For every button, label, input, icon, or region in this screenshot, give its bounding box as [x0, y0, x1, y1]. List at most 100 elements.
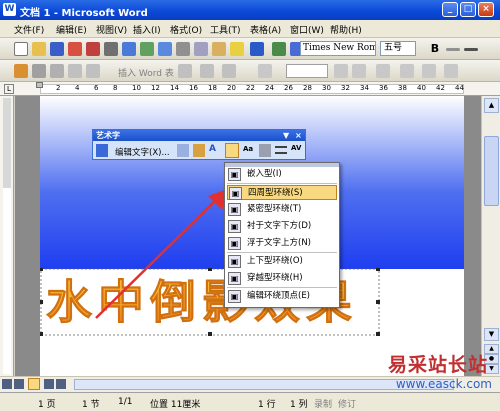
resize-handle[interactable]	[376, 268, 380, 271]
toolbar-close-icon[interactable]: ×	[295, 130, 302, 141]
maximize-button[interactable]: □	[460, 2, 476, 17]
resize-handle[interactable]	[40, 332, 43, 336]
align-left-icon[interactable]	[446, 48, 460, 51]
wrap-square-item[interactable]: ▣ 四周型环绕(S)	[227, 185, 337, 200]
copy-icon[interactable]	[194, 42, 208, 56]
minimize-button[interactable]: _	[442, 2, 458, 17]
menu-table[interactable]: 表格(A)	[250, 23, 281, 36]
find-entry-icon[interactable]	[376, 64, 390, 78]
first-record-icon[interactable]	[258, 64, 272, 78]
wrap-tight-item[interactable]: ▣ 紧密型环绕(T)	[227, 202, 337, 217]
resize-handle[interactable]	[40, 268, 43, 271]
vertical-scrollbar[interactable]: ▲ ▼ ▲ ● ▼	[481, 96, 500, 376]
resize-handle[interactable]	[208, 332, 212, 336]
format-wordart-icon[interactable]	[193, 144, 205, 157]
wrap-topbottom-label: 上下型环绕(O)	[247, 256, 303, 266]
print-icon[interactable]	[104, 42, 118, 56]
vertical-text-icon[interactable]	[259, 144, 271, 157]
resize-handle[interactable]	[376, 300, 380, 304]
shading-icon[interactable]	[86, 64, 100, 78]
close-button[interactable]: ×	[478, 2, 494, 17]
next-record-icon[interactable]	[334, 64, 348, 78]
merge-fields-icon[interactable]	[50, 64, 64, 78]
permission-icon[interactable]	[68, 42, 82, 56]
justify-icon[interactable]	[464, 48, 478, 51]
undo-icon[interactable]	[250, 42, 264, 56]
menu-edit[interactable]: 编辑(E)	[56, 23, 87, 36]
open-icon[interactable]	[32, 42, 46, 56]
paste-icon[interactable]	[212, 42, 226, 56]
scroll-down-icon[interactable]: ▼	[484, 328, 499, 341]
alignment-icon[interactable]	[275, 146, 287, 154]
character-spacing-icon[interactable]: AV	[291, 144, 301, 152]
email-icon[interactable]	[86, 42, 100, 56]
wrap-edit-points-item[interactable]: ▣ 编辑环绕顶点(E)	[227, 289, 337, 304]
print-preview-icon[interactable]	[122, 42, 136, 56]
wrap-through-item[interactable]: ▣ 穿越型环绕(H)	[227, 271, 337, 286]
wordart-toolbar-title: 艺术字 ▼ ×	[93, 130, 305, 141]
first-line-indent-marker[interactable]	[36, 82, 43, 88]
wrap-inline-item[interactable]: ▣ 嵌入型(I)	[227, 167, 337, 182]
mail-merge-icon[interactable]	[14, 64, 28, 78]
menu-tools[interactable]: 工具(T)	[210, 23, 241, 36]
view-merged-icon[interactable]	[200, 64, 214, 78]
text-wrapping-icon[interactable]	[225, 143, 239, 158]
wrap-infront-item[interactable]: ▣ 浮于文字上方(N)	[227, 236, 337, 251]
bold-button[interactable]: B	[428, 42, 442, 56]
wordart-gallery-icon[interactable]	[177, 144, 189, 157]
last-record-icon[interactable]	[352, 64, 366, 78]
wordart-shape-icon[interactable]: A	[209, 144, 221, 157]
wrap-behind-item[interactable]: ▣ 衬于文字下方(D)	[227, 219, 337, 234]
insert-wordart-icon[interactable]	[96, 144, 108, 157]
insert-word-field-label[interactable]: 插入 Word 表	[118, 66, 174, 79]
tab-selector-icon[interactable]: L	[4, 84, 14, 94]
status-track[interactable]: 修订	[338, 397, 356, 410]
hyperlink-icon[interactable]	[272, 42, 286, 56]
square-wrap-icon: ▣	[229, 187, 242, 200]
merge-to-printer-icon[interactable]	[444, 64, 458, 78]
outline-view-icon[interactable]	[44, 379, 54, 389]
ruler-tick-label: 36	[379, 84, 388, 92]
menu-window[interactable]: 窗口(W)	[290, 23, 324, 36]
scroll-up-icon[interactable]: ▲	[484, 98, 499, 113]
resize-handle[interactable]	[376, 332, 380, 336]
format-painter-icon[interactable]	[230, 42, 244, 56]
font-name-select[interactable]: Times New Roman	[300, 41, 376, 56]
merge-option-icon[interactable]	[178, 64, 192, 78]
top-bottom-wrap-icon: ▣	[228, 255, 241, 268]
ruler-tick-label: 24	[265, 84, 274, 92]
highlight-fields-icon[interactable]	[222, 64, 236, 78]
font-size-select[interactable]: 五号	[380, 41, 416, 56]
window-title: 文档 1 - Microsoft Word	[20, 8, 148, 19]
check-errors-icon[interactable]	[400, 64, 414, 78]
toolbar-options-icon[interactable]: ▼	[283, 130, 289, 141]
spelling-icon[interactable]	[140, 42, 154, 56]
ruler-tick-label: 16	[189, 84, 198, 92]
vertical-ruler[interactable]	[0, 96, 14, 376]
field-codes-icon[interactable]	[68, 64, 82, 78]
scroll-thumb[interactable]	[484, 136, 499, 206]
record-number-input[interactable]	[286, 64, 328, 78]
data-source-icon[interactable]	[32, 64, 46, 78]
normal-view-icon[interactable]	[2, 379, 12, 389]
research-icon[interactable]	[158, 42, 172, 56]
menu-format[interactable]: 格式(O)	[170, 23, 202, 36]
save-icon[interactable]	[50, 42, 64, 56]
new-icon[interactable]	[14, 42, 28, 56]
cut-icon[interactable]	[176, 42, 190, 56]
print-layout-icon[interactable]	[28, 378, 40, 390]
wrap-tight-label: 紧密型环绕(T)	[247, 204, 302, 214]
same-letter-heights-icon[interactable]: Aa	[243, 145, 253, 153]
menu-help[interactable]: 帮助(H)	[330, 23, 362, 36]
wrap-topbottom-item[interactable]: ▣ 上下型环绕(O)	[227, 254, 337, 269]
menu-view[interactable]: 视图(V)	[96, 23, 127, 36]
reading-layout-icon[interactable]	[56, 379, 66, 389]
status-record[interactable]: 录制	[314, 397, 332, 410]
resize-handle[interactable]	[40, 300, 43, 304]
menu-insert[interactable]: 插入(I)	[133, 23, 161, 36]
edit-text-button[interactable]: 编辑文字(X)...	[115, 146, 170, 158]
web-layout-icon[interactable]	[14, 379, 24, 389]
menu-file[interactable]: 文件(F)	[14, 23, 44, 36]
merge-to-doc-icon[interactable]	[422, 64, 436, 78]
horizontal-ruler[interactable]: L 2 4 6 8 10 12 14 16 18 20 22 24 26 28 30 32 34 36 38 40 42…	[0, 82, 500, 96]
